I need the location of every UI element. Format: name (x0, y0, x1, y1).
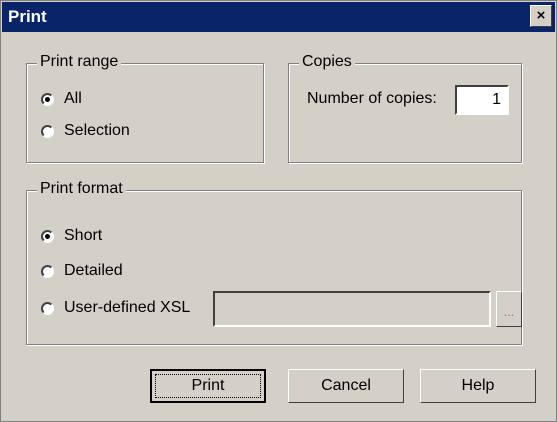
radio-all[interactable]: All (41, 90, 82, 108)
print-range-legend: Print range (37, 53, 122, 71)
browse-button[interactable]: ... (496, 291, 522, 327)
radio-short-label[interactable]: Short (64, 227, 102, 245)
copies-label: Number of copies: (307, 90, 437, 107)
copies-legend: Copies (299, 53, 355, 71)
radio-detailed-label[interactable]: Detailed (64, 262, 123, 280)
radio-short[interactable]: Short (41, 227, 102, 245)
print-format-legend: Print format (37, 180, 126, 198)
radio-selection-label[interactable]: Selection (64, 122, 130, 140)
copies-group: Copies Number of copies: 1 (288, 53, 522, 163)
close-icon[interactable]: × (530, 5, 552, 27)
print-dialog: Print × Print range All Selection Copies… (0, 0, 557, 422)
radio-all-indicator[interactable] (41, 92, 54, 106)
print-format-group: Print format Short Detailed User-defined… (26, 180, 522, 345)
radio-selection-indicator[interactable] (41, 124, 54, 138)
print-range-group: Print range All Selection (26, 53, 264, 163)
help-button[interactable]: Help (420, 369, 536, 403)
radio-detailed-indicator[interactable] (41, 264, 54, 278)
radio-user-defined-xsl[interactable]: User-defined XSL (41, 299, 190, 317)
radio-selection[interactable]: Selection (41, 122, 130, 140)
xsl-path-input[interactable] (213, 291, 491, 327)
copies-input[interactable]: 1 (455, 85, 509, 115)
title-bar: Print × (2, 2, 555, 32)
print-button[interactable]: Print (150, 369, 266, 403)
radio-detailed[interactable]: Detailed (41, 262, 123, 280)
dialog-title: Print (8, 7, 47, 26)
radio-xsl-indicator[interactable] (41, 301, 54, 315)
radio-short-indicator[interactable] (41, 229, 54, 243)
radio-xsl-label[interactable]: User-defined XSL (64, 299, 190, 317)
cancel-button[interactable]: Cancel (288, 369, 404, 403)
radio-all-label[interactable]: All (64, 90, 82, 108)
